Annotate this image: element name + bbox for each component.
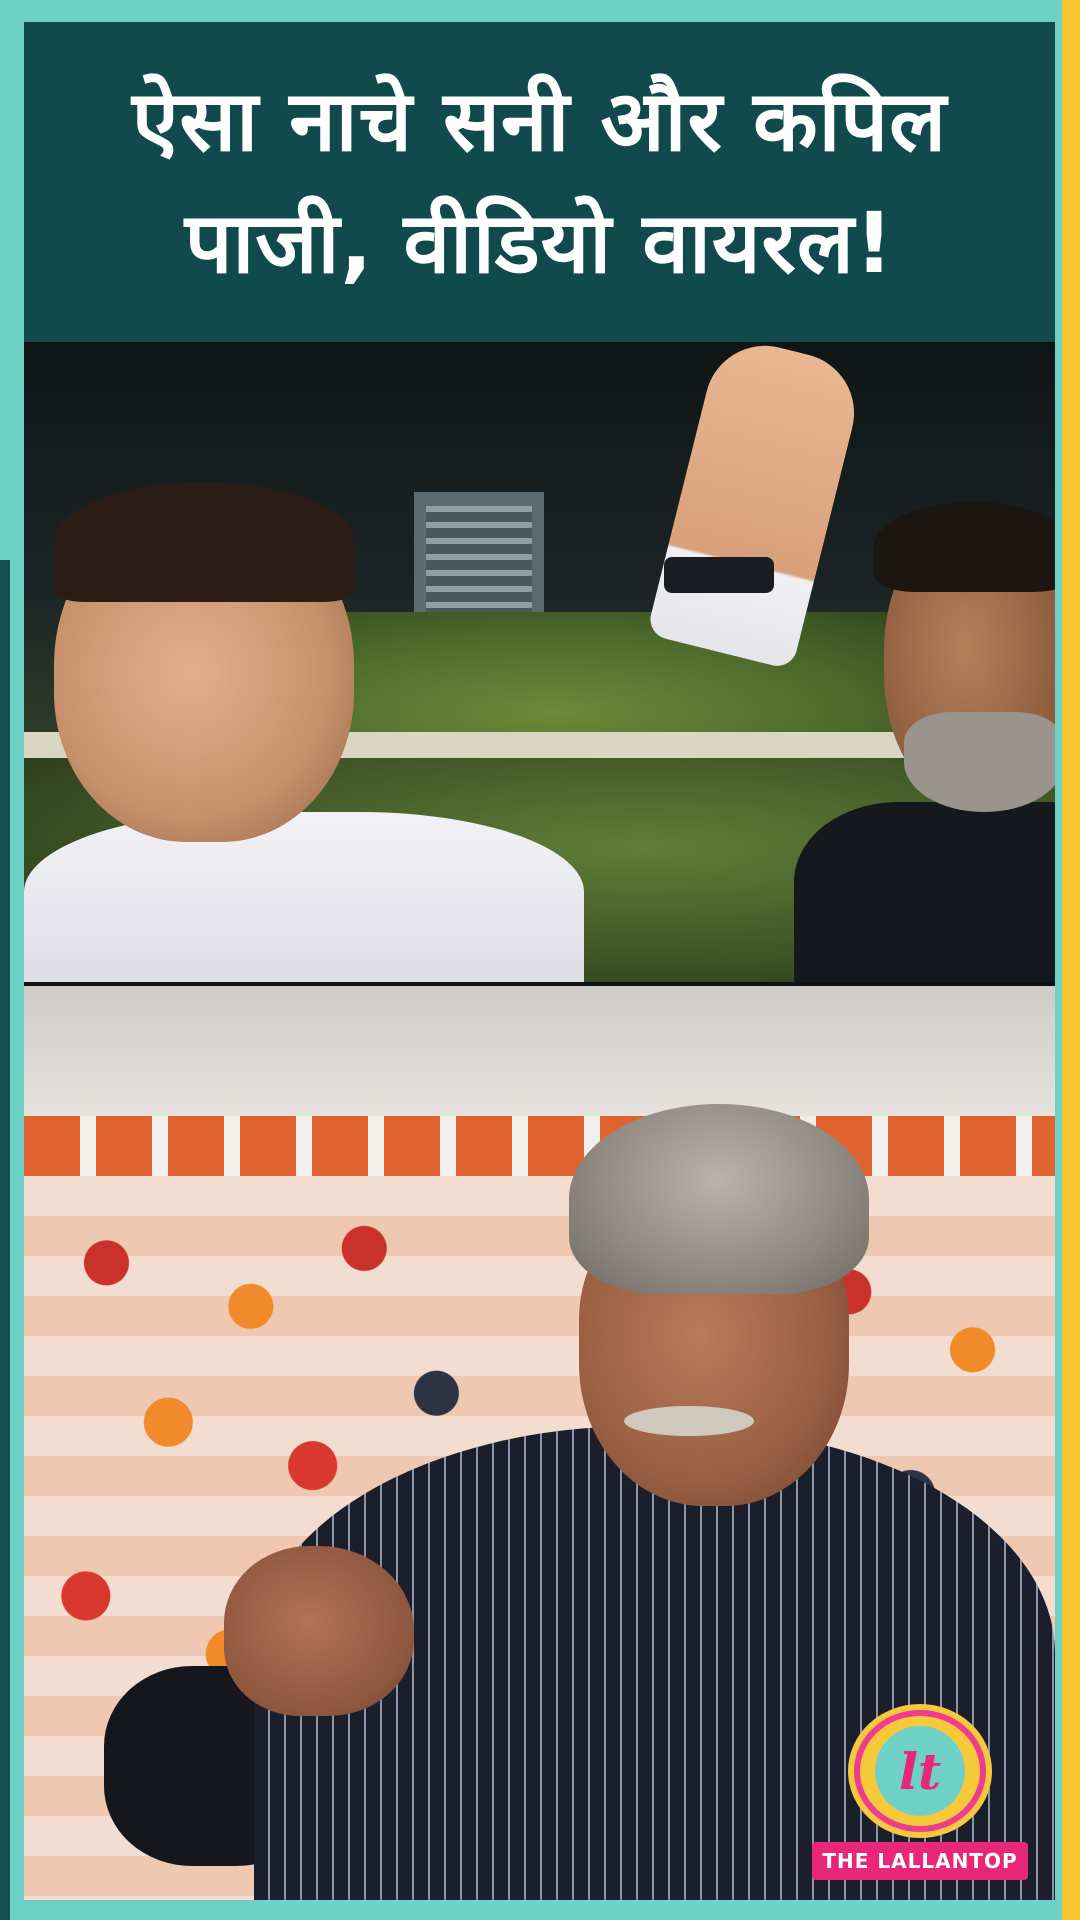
person-right-beard bbox=[904, 712, 1055, 812]
logo-wordmark: THE LALLANTOP bbox=[812, 1842, 1028, 1880]
white-shirt bbox=[24, 812, 584, 982]
logo-glyph: lt bbox=[898, 1741, 942, 1801]
person-left-hair bbox=[54, 482, 354, 602]
headline-line-1: ऐसा नाचे सनी और कपिल bbox=[131, 72, 948, 170]
video-panel-top bbox=[24, 342, 1055, 982]
person-right-hair bbox=[874, 502, 1055, 592]
dancer-grey-hair bbox=[569, 1104, 869, 1294]
lallantop-logo: lt THE LALLANTOP bbox=[812, 1710, 1028, 1880]
person-right-black-shirt bbox=[794, 502, 1055, 982]
headline-banner: ऐसा नाचे सनी और कपिल पाजी, वीडियो वायरल! bbox=[24, 22, 1055, 342]
logo-badge-icon: lt bbox=[854, 1710, 986, 1832]
dancing-hand bbox=[224, 1546, 414, 1716]
right-yellow-edge bbox=[1062, 0, 1080, 1920]
headline-line-2: पाजी, वीडियो वायरल! bbox=[184, 194, 895, 292]
dancer-mustache bbox=[624, 1406, 754, 1436]
wrist-watch bbox=[664, 557, 774, 593]
left-accent-bar bbox=[0, 560, 10, 1920]
short-video-frame: ऐसा नाचे सनी और कपिल पाजी, वीडियो वायरल! bbox=[0, 0, 1080, 1920]
logo-inner-circle: lt bbox=[875, 1726, 965, 1816]
black-shirt bbox=[794, 802, 1055, 982]
person-left-white-shirt bbox=[24, 482, 584, 982]
stadium-roof bbox=[24, 986, 1055, 1116]
